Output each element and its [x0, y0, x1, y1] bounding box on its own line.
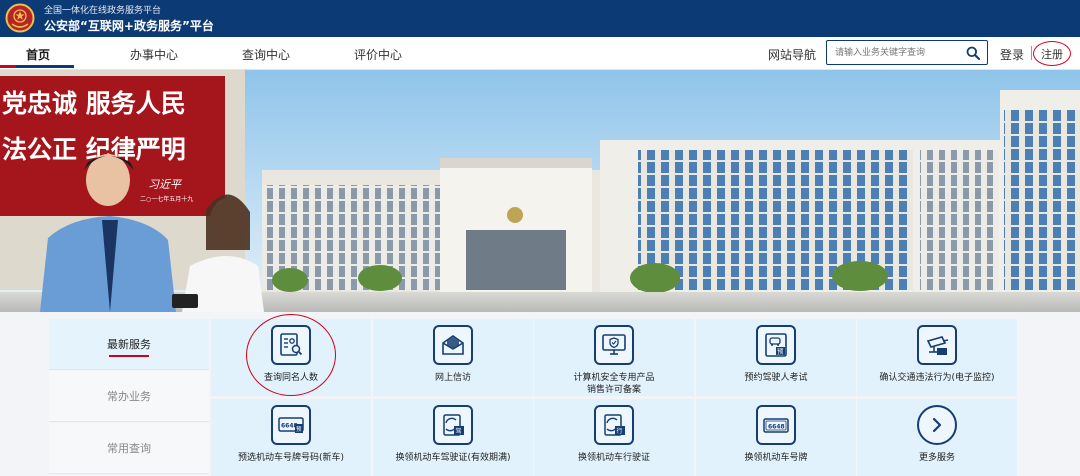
- service-tabs: 最新服务 常办业务 常用查询: [49, 319, 209, 476]
- icon-frame: [917, 325, 957, 365]
- service-computer-security-product[interactable]: 计算机安全专用产品 销售许可备案: [534, 319, 694, 396]
- service-label: 换领机动车号牌: [744, 453, 808, 463]
- icon-frame: 驾: [433, 405, 473, 445]
- driver-exam-icon: 预: [765, 333, 787, 357]
- hero-banner: 党忠诚 服务人民 法公正 纪律严明 习近平 二○一七年五月十九: [0, 70, 1080, 312]
- tab-common-queries-label: 常用查询: [107, 442, 151, 455]
- plate-number-text: 6648: [768, 424, 785, 431]
- service-label: 计算机安全专用产品: [573, 373, 655, 383]
- services-section: 最新服务 常办业务 常用查询 查询同名人数 网上信访 计算机安全专用产品 销售许…: [0, 312, 1080, 476]
- search-icon[interactable]: [966, 46, 980, 60]
- service-label: 预约驾驶人考试: [744, 373, 808, 383]
- hero-wall-line1: 党忠诚 服务人民: [2, 89, 186, 118]
- icon-frame: 行: [594, 405, 634, 445]
- search-box: [826, 40, 988, 65]
- tab-latest-services[interactable]: 最新服务: [49, 319, 209, 370]
- envelope-icon: [442, 335, 464, 355]
- icon-frame: [433, 325, 473, 365]
- platform-subtitle: 全国一体化在线政务服务平台: [44, 6, 162, 16]
- service-confirm-traffic-violation[interactable]: 确认交通违法行为(电子监控): [857, 319, 1017, 396]
- driver-license-renew-icon: 驾: [443, 414, 464, 436]
- hero-illustration: 党忠诚 服务人民 法公正 纪律严明 习近平 二○一七年五月十九: [0, 70, 1080, 312]
- nav-item-home[interactable]: 首页: [26, 46, 50, 63]
- service-label: 换领机动车行驶证: [577, 453, 650, 463]
- icon-frame: [917, 405, 957, 445]
- service-renew-plate[interactable]: 6648 换领机动车号牌: [696, 399, 856, 476]
- police-emblem-icon: [5, 3, 35, 33]
- tab-common-queries[interactable]: 常用查询: [49, 423, 209, 474]
- nav-item-evaluation-center[interactable]: 评价中心: [354, 46, 402, 63]
- service-more[interactable]: 更多服务: [857, 399, 1017, 476]
- icon-frame: 预: [756, 325, 796, 365]
- service-label: 网上信访: [434, 373, 471, 383]
- nav-item-service-center[interactable]: 办事中心: [130, 46, 178, 63]
- license-plate-icon: 6648: [763, 418, 789, 433]
- license-plate-preselect-icon: 6648 预: [278, 417, 304, 433]
- tab-active-indicator: [109, 355, 149, 357]
- chevron-right-icon: [932, 417, 942, 433]
- platform-title: 公安部“互联网+政务服务”平台: [44, 19, 214, 33]
- monitor-shield-icon: [602, 334, 626, 355]
- plate-badge-text: 预: [296, 425, 302, 433]
- service-label: 换领机动车驾驶证(有效期满): [395, 453, 511, 463]
- service-label: 预选机动车号牌号码(新车): [237, 453, 345, 463]
- query-same-name-highlight-circle: [246, 314, 336, 396]
- service-label: 更多服务: [918, 453, 955, 463]
- hero-wall-signature: 习近平: [148, 178, 182, 191]
- icon-frame: 6648 预: [271, 405, 311, 445]
- icon-frame: [594, 325, 634, 365]
- hero-wall-date: 二○一七年五月十九: [140, 195, 193, 203]
- vehicle-license-renew-icon: 行: [604, 414, 625, 436]
- service-label: 确认交通违法行为(电子监控): [879, 373, 995, 383]
- login-link[interactable]: 登录: [1000, 46, 1024, 63]
- service-label-line2: 销售许可备案: [586, 385, 641, 395]
- nav-divider: [1031, 46, 1032, 60]
- nav-active-indicator-accent: [0, 65, 16, 68]
- service-renew-driver-license[interactable]: 驾 换领机动车驾驶证(有效期满): [373, 399, 533, 476]
- nav-item-query-center[interactable]: 查询中心: [242, 46, 290, 63]
- icon-frame: 6648: [756, 405, 796, 445]
- service-preselect-plate-number[interactable]: 6648 预 预选机动车号牌号码(新车): [211, 399, 371, 476]
- tab-latest-services-label: 最新服务: [107, 338, 151, 351]
- search-input[interactable]: [835, 44, 959, 61]
- service-online-petition[interactable]: 网上信访: [373, 319, 533, 396]
- top-banner: 全国一体化在线政务服务平台 公安部“互联网+政务服务”平台: [0, 0, 1080, 37]
- tab-common-business-label: 常办业务: [107, 390, 151, 403]
- main-nav: 首页 办事中心 查询中心 评价中心 网站导航 登录 注册: [0, 37, 1080, 70]
- license-badge-text: 驾: [456, 427, 462, 435]
- service-renew-vehicle-license[interactable]: 行 换领机动车行驶证: [534, 399, 694, 476]
- service-book-driver-exam[interactable]: 预 预约驾驶人考试: [696, 319, 856, 396]
- register-highlight-circle: [1033, 41, 1071, 66]
- vehicle-badge-text: 行: [617, 427, 623, 435]
- site-navigation-link[interactable]: 网站导航: [768, 46, 816, 63]
- tab-common-business[interactable]: 常办业务: [49, 371, 209, 422]
- exam-badge-text: 预: [777, 347, 784, 356]
- surveillance-camera-icon: [926, 336, 949, 355]
